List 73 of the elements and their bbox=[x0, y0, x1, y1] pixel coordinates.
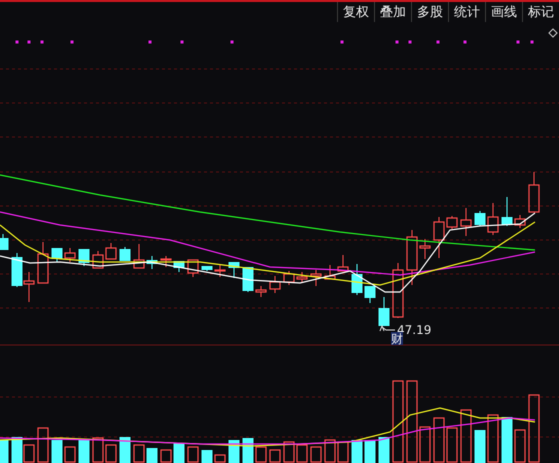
volume-bar bbox=[502, 417, 512, 463]
volume-bar bbox=[120, 437, 130, 463]
volume-bar bbox=[324, 439, 336, 463]
volume-bar bbox=[160, 449, 172, 463]
candlestick bbox=[64, 248, 76, 262]
diamond-icon[interactable] bbox=[548, 28, 558, 38]
candlestick bbox=[0, 234, 8, 250]
volume-bar bbox=[446, 427, 458, 463]
volume-bar bbox=[242, 438, 254, 463]
volume-bar bbox=[78, 440, 90, 463]
volume-bar bbox=[296, 444, 308, 463]
volume-bar bbox=[514, 429, 526, 463]
candlestick bbox=[269, 276, 281, 294]
volume-bar bbox=[23, 444, 35, 463]
candlestick bbox=[324, 264, 336, 280]
volume-bar bbox=[474, 430, 486, 463]
candlestick bbox=[160, 256, 172, 268]
candlestick bbox=[120, 246, 130, 262]
candlestick bbox=[78, 248, 90, 266]
candlestick bbox=[378, 296, 390, 326]
candlestick bbox=[23, 272, 35, 302]
volume-bar bbox=[37, 427, 49, 463]
volume-bar bbox=[528, 394, 540, 463]
volume-bar bbox=[269, 449, 281, 463]
candlestick bbox=[337, 254, 349, 272]
candlestick bbox=[146, 256, 158, 270]
volume-bar bbox=[187, 446, 199, 463]
candlestick bbox=[202, 266, 212, 272]
candlestick bbox=[133, 244, 145, 269]
candlestick bbox=[187, 259, 199, 278]
volume-bar bbox=[92, 437, 104, 463]
volume-bar bbox=[364, 440, 376, 463]
volume-bar bbox=[352, 440, 362, 463]
candlestick bbox=[52, 248, 62, 262]
candlestick bbox=[487, 202, 499, 236]
candlestick bbox=[352, 264, 362, 296]
candlestick bbox=[528, 172, 540, 213]
candlestick bbox=[364, 286, 376, 304]
volume-bar bbox=[337, 441, 349, 463]
candlestick bbox=[105, 242, 117, 260]
volume-bar bbox=[105, 444, 117, 463]
volume-bar bbox=[146, 448, 158, 463]
volume-bar bbox=[378, 437, 390, 463]
volume-bar bbox=[133, 444, 145, 463]
candlestick bbox=[228, 262, 240, 278]
volume-bar bbox=[283, 441, 295, 463]
candlestick bbox=[474, 210, 486, 226]
candlestick bbox=[92, 250, 104, 269]
volume-bar bbox=[310, 446, 322, 463]
volume-bar bbox=[487, 414, 499, 463]
candlestick bbox=[310, 270, 322, 286]
volume-bar bbox=[12, 437, 22, 463]
candlestick bbox=[460, 208, 472, 236]
candlestick bbox=[214, 264, 226, 278]
volume-bar bbox=[255, 446, 267, 463]
candlestick bbox=[392, 262, 404, 318]
volume-bar bbox=[202, 450, 212, 463]
volume-bar bbox=[460, 409, 472, 463]
volume-bar bbox=[214, 454, 226, 463]
candlestick bbox=[283, 270, 295, 286]
candlestick bbox=[296, 272, 308, 284]
candlestick bbox=[255, 286, 267, 298]
candlestick bbox=[37, 242, 49, 284]
volume-bar bbox=[174, 443, 184, 463]
volume-bar bbox=[64, 446, 76, 463]
volume-bar bbox=[0, 440, 8, 463]
candlestick bbox=[174, 260, 184, 272]
candlestick bbox=[502, 196, 512, 226]
volume-bar bbox=[52, 440, 62, 463]
volume-bar bbox=[433, 417, 445, 463]
volume-bar bbox=[228, 440, 240, 463]
candlestick bbox=[514, 214, 526, 228]
candlestick bbox=[12, 252, 22, 288]
